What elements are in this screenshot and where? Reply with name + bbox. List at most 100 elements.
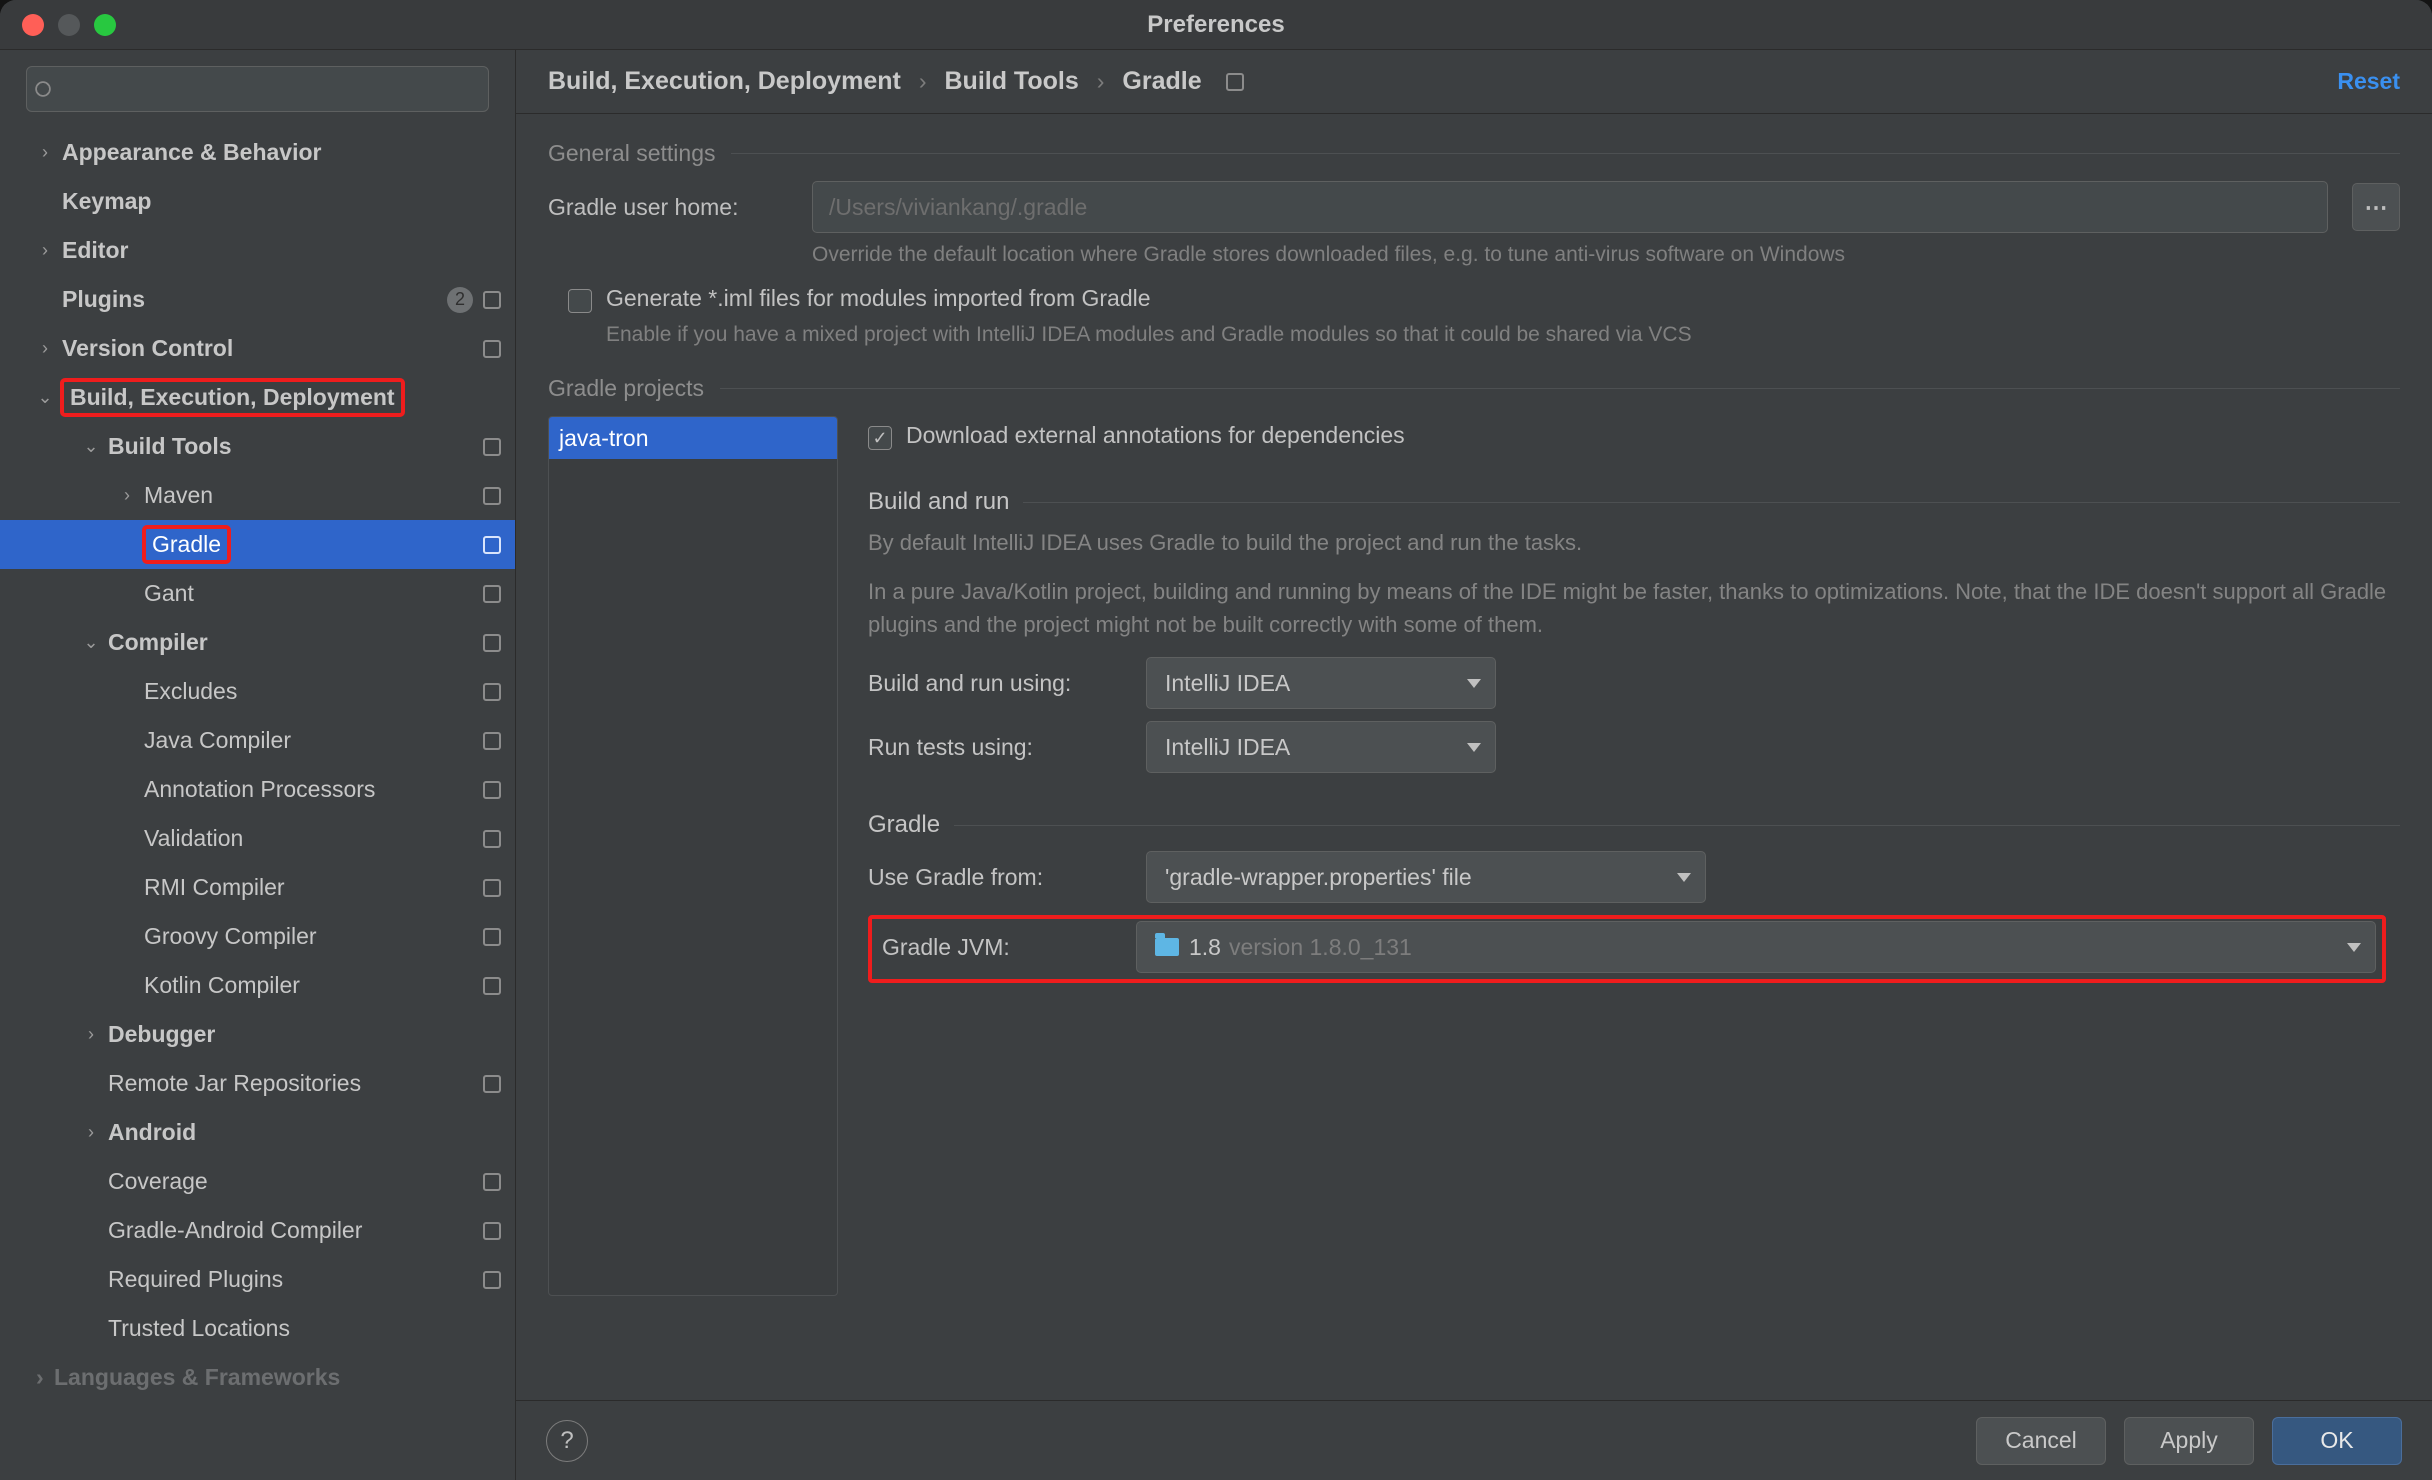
sidebar-item-label: Excludes [144, 678, 237, 705]
tests-using-select[interactable]: IntelliJ IDEA [1146, 721, 1496, 773]
sidebar-item-required-plugins[interactable]: Required Plugins [0, 1255, 515, 1304]
browse-button[interactable]: ⋯ [2352, 183, 2400, 231]
chevron-down-icon [2347, 943, 2361, 952]
sidebar-item-editor[interactable]: › Editor [0, 226, 515, 275]
footer: ? Cancel Apply OK [516, 1400, 2432, 1480]
ok-button[interactable]: OK [2272, 1417, 2402, 1465]
use-gradle-from-select[interactable]: 'gradle-wrapper.properties' file [1146, 851, 1706, 903]
sidebar-item-kotlin-compiler[interactable]: Kotlin Compiler [0, 961, 515, 1010]
sidebar-item-appearance-behavior[interactable]: › Appearance & Behavior [0, 128, 515, 177]
gradle-user-home-input[interactable] [812, 181, 2328, 233]
sidebar-item-label: Kotlin Compiler [144, 972, 300, 999]
chevron-right-icon: › [82, 1122, 100, 1143]
sidebar-item-gradle-android-compiler[interactable]: Gradle-Android Compiler [0, 1206, 515, 1255]
window-controls [0, 14, 116, 36]
sidebar-item-label: Coverage [108, 1168, 208, 1195]
generate-iml-hint: Enable if you have a mixed project with … [606, 323, 2400, 347]
sidebar-item-build-tools[interactable]: ⌄Build Tools [0, 422, 515, 471]
gradle-user-home-label: Gradle user home: [548, 194, 788, 221]
sidebar-overflow-hint: › Languages & Frameworks [0, 1353, 515, 1401]
gradle-project-item[interactable]: java-tron [549, 417, 837, 459]
sidebar-item-coverage[interactable]: Coverage [0, 1157, 515, 1206]
download-annotations-row[interactable]: Download external annotations for depend… [868, 422, 2400, 450]
help-button[interactable]: ? [546, 1420, 588, 1462]
chevron-right-icon: › [1097, 68, 1105, 95]
sidebar-item-label: Editor [62, 237, 128, 264]
build-using-select[interactable]: IntelliJ IDEA [1146, 657, 1496, 709]
sidebar-item-label: Groovy Compiler [144, 923, 317, 950]
sidebar-item-plugins[interactable]: Plugins2 [0, 275, 515, 324]
search-input[interactable] [26, 66, 489, 112]
zoom-icon[interactable] [94, 14, 116, 36]
sidebar-item-annotation-processors[interactable]: Annotation Processors [0, 765, 515, 814]
build-run-heading: Build and run [868, 488, 2400, 516]
sidebar-item-excludes[interactable]: Excludes [0, 667, 515, 716]
project-scope-icon [483, 1075, 501, 1093]
project-scope-icon [483, 830, 501, 848]
apply-button[interactable]: Apply [2124, 1417, 2254, 1465]
sidebar-item-rmi-compiler[interactable]: RMI Compiler [0, 863, 515, 912]
use-gradle-from-label: Use Gradle from: [868, 864, 1124, 891]
minimize-icon[interactable] [58, 14, 80, 36]
sidebar-item-label: Compiler [108, 629, 208, 656]
cancel-button[interactable]: Cancel [1976, 1417, 2106, 1465]
sidebar-item-label: Java Compiler [144, 727, 291, 754]
titlebar: Preferences [0, 0, 2432, 50]
sidebar-item-gant[interactable]: Gant [0, 569, 515, 618]
breadcrumb: Build, Execution, Deployment › Build Too… [516, 50, 2432, 114]
project-scope-icon [483, 1173, 501, 1191]
gradle-heading: Gradle [868, 811, 2400, 839]
generate-iml-checkbox[interactable] [568, 289, 592, 313]
build-run-desc: By default IntelliJ IDEA uses Gradle to … [868, 526, 2388, 559]
sidebar-item-trusted-locations[interactable]: Trusted Locations [0, 1304, 515, 1353]
gradle-jvm-label: Gradle JVM: [878, 934, 1114, 961]
sidebar-item-java-compiler[interactable]: Java Compiler [0, 716, 515, 765]
chevron-right-icon: › [36, 142, 54, 163]
sidebar-item-android[interactable]: › Android [0, 1108, 515, 1157]
sidebar-item-label: Appearance & Behavior [62, 139, 321, 166]
generate-iml-label: Generate *.iml files for modules importe… [606, 285, 1151, 312]
sidebar-item-label: Annotation Processors [144, 776, 375, 803]
generate-iml-row[interactable]: Generate *.iml files for modules importe… [568, 285, 2400, 313]
close-icon[interactable] [22, 14, 44, 36]
content: › Appearance & Behavior Keymap › Editor Plugi… [0, 50, 2432, 1480]
project-scope-icon [483, 781, 501, 799]
section-general: General settings [548, 140, 2400, 167]
breadcrumb-item[interactable]: Gradle [1122, 67, 1201, 96]
project-details: Download external annotations for depend… [868, 416, 2400, 1296]
gradle-jvm-select[interactable]: 1.8 version 1.8.0_131 [1136, 921, 1546, 973]
gradle-jvm-select-ext[interactable] [1546, 921, 2376, 973]
chevron-down-icon [1677, 873, 1691, 882]
sidebar-item-maven[interactable]: ›Maven [0, 471, 515, 520]
gradle-jvm-highlight: Gradle JVM: 1.8 version 1.8.0_131 [868, 915, 2386, 983]
sidebar-item-keymap[interactable]: Keymap [0, 177, 515, 226]
project-scope-icon [483, 879, 501, 897]
chevron-right-icon: › [36, 240, 54, 261]
project-scope-icon [483, 438, 501, 456]
sidebar-item-debugger[interactable]: ›Debugger [0, 1010, 515, 1059]
breadcrumb-item[interactable]: Build Tools [945, 67, 1079, 96]
sidebar-item-version-control[interactable]: ›Version Control [0, 324, 515, 373]
sidebar-item-label: Gradle [144, 527, 229, 562]
sidebar-item-label: Android [108, 1119, 196, 1146]
sidebar-item-gradle[interactable]: Gradle [0, 520, 515, 569]
settings-tree[interactable]: › Appearance & Behavior Keymap › Editor Plugi… [0, 122, 515, 1480]
project-scope-icon [483, 1222, 501, 1240]
gradle-projects-list[interactable]: java-tron [548, 416, 838, 1296]
reset-link[interactable]: Reset [2337, 68, 2400, 95]
sidebar-item-remote-jar-repositories[interactable]: Remote Jar Repositories [0, 1059, 515, 1108]
sidebar-item-build-execution-deployment[interactable]: ⌄Build, Execution, Deployment [0, 373, 515, 422]
project-scope-icon [483, 487, 501, 505]
sidebar-item-label: Version Control [62, 335, 233, 362]
sidebar-item-validation[interactable]: Validation [0, 814, 515, 863]
build-run-desc2: In a pure Java/Kotlin project, building … [868, 575, 2388, 641]
sidebar-item-label: Gant [144, 580, 194, 607]
tests-using-label: Run tests using: [868, 734, 1124, 761]
sidebar-item-label: Build Tools [108, 433, 232, 460]
download-annotations-checkbox[interactable] [868, 426, 892, 450]
sidebar-item-compiler[interactable]: ⌄Compiler [0, 618, 515, 667]
sidebar-item-groovy-compiler[interactable]: Groovy Compiler [0, 912, 515, 961]
project-scope-icon [483, 1271, 501, 1289]
breadcrumb-item[interactable]: Build, Execution, Deployment [548, 67, 901, 96]
gradle-user-home-hint: Override the default location where Grad… [812, 243, 2400, 267]
